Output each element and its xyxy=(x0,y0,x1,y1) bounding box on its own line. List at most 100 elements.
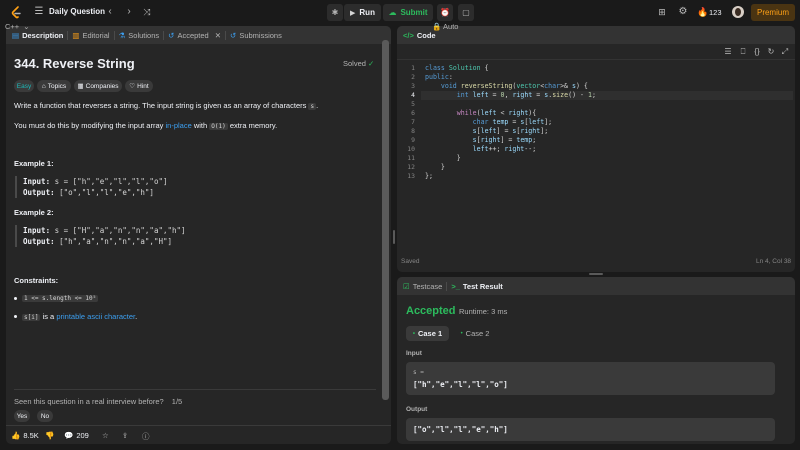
next-problem-icon[interactable]: › xyxy=(124,6,134,18)
code-line: s[left] = s[right]; xyxy=(472,127,549,135)
hint-button[interactable]: ♡ Hint xyxy=(125,80,153,92)
braces-icon[interactable]: {} xyxy=(752,46,762,58)
result-panel-tabs: ☑ Testcase >_ Test Result xyxy=(397,277,795,295)
code-brackets-icon: </> xyxy=(403,30,414,40)
output-value: ["o","l","l","e","h"] xyxy=(413,425,508,434)
input-value: ["h","e","l","l","o"] xyxy=(413,380,508,389)
in-place-link[interactable]: in-place xyxy=(165,121,191,130)
favorite-button[interactable]: ☆ xyxy=(102,431,109,440)
vertical-splitter[interactable] xyxy=(393,230,395,244)
fullscreen-icon[interactable]: ⤢ xyxy=(780,46,790,58)
code-line: while(left < right){ xyxy=(456,109,537,117)
output-box: ["o","l","l","e","h"] xyxy=(406,418,775,441)
tab-case-1[interactable]: • Case 1 xyxy=(406,326,449,341)
play-icon: ▶ xyxy=(350,9,356,17)
tab-submissions[interactable]: ↺ Submissions xyxy=(226,26,286,44)
topics-button[interactable]: ⌂ Topics xyxy=(37,80,71,92)
input-label: Input xyxy=(406,350,422,357)
submit-button[interactable]: ☁ Submit xyxy=(383,4,433,21)
thumbs-up-icon: 👍 xyxy=(11,431,21,440)
code-line: public: xyxy=(425,73,453,81)
problem-paragraph-2: You must do this by modifying the input … xyxy=(14,121,278,130)
reset-icon[interactable]: ↻ xyxy=(766,46,776,58)
printable-ascii-link[interactable]: printable ascii character xyxy=(56,312,135,321)
alarm-clock-icon: ⏰ xyxy=(440,8,450,17)
thumbs-down-icon: 👎 xyxy=(45,431,55,440)
divider xyxy=(14,389,376,390)
lock-icon: 🔒 xyxy=(432,22,442,31)
run-button[interactable]: ▶ Run xyxy=(344,4,381,21)
interview-question: Seen this question in a real interview b… xyxy=(14,397,183,406)
close-tab-icon[interactable]: ✕ xyxy=(215,31,221,40)
code-line: class Solution { xyxy=(425,64,489,72)
tab-editorial[interactable]: ▥ Editorial xyxy=(68,26,113,44)
format-icon[interactable]: ☰ xyxy=(723,46,733,58)
problem-title[interactable]: 344. Reverse String xyxy=(14,56,135,71)
cursor-position: Ln 4, Col 38 xyxy=(756,258,792,265)
description-scrollbar[interactable] xyxy=(382,40,389,400)
code-editor[interactable]: 1 2 3 4 5 6 7 8 9 10 11 12 13 class Solu… xyxy=(397,62,795,252)
verdict: Accepted xyxy=(406,305,456,317)
auto-mode[interactable]: 🔒 Auto xyxy=(432,22,458,31)
code-line: } xyxy=(425,154,461,162)
history-icon: ↺ xyxy=(230,30,237,40)
streak-fire-icon[interactable]: 🔥 xyxy=(697,6,708,18)
code-line: }; xyxy=(425,172,433,180)
cloud-upload-icon: ☁ xyxy=(388,8,397,17)
layout-grid-icon[interactable]: ⊞ xyxy=(656,6,668,18)
debug-button[interactable]: ✱ xyxy=(327,4,343,21)
dislike-button[interactable]: 👎 xyxy=(45,431,54,440)
star-icon: ☆ xyxy=(102,431,109,440)
bookmark-icon[interactable]: ⎕ xyxy=(738,46,748,58)
terminal-icon: >_ xyxy=(451,281,460,291)
prev-problem-icon[interactable]: ‹ xyxy=(105,6,115,18)
top-bar: ☰ Daily Question ‹ › ⤨ ✱ ▶ Run ☁ Submit … xyxy=(0,0,800,25)
flask-icon: ⚗ xyxy=(118,30,126,40)
book-icon: ▥ xyxy=(72,30,80,40)
tab-case-2[interactable]: • Case 2 xyxy=(455,326,495,341)
tab-solutions[interactable]: ⚗ Solutions xyxy=(115,26,164,44)
tab-test-result[interactable]: >_ Test Result xyxy=(447,277,506,295)
notes-button[interactable]: ▢ xyxy=(458,4,474,21)
tab-accepted[interactable]: ↺ Accepted ✕ xyxy=(164,26,225,44)
comments-button[interactable]: 💬 209 xyxy=(64,431,89,440)
history-icon: ↺ xyxy=(168,30,175,40)
problem-paragraph-1: Write a function that reverses a string.… xyxy=(14,101,319,110)
companies-button[interactable]: ▦ Companies xyxy=(74,80,122,92)
yes-button[interactable]: Yes xyxy=(14,410,30,422)
tab-testcase[interactable]: ☑ Testcase xyxy=(397,277,446,295)
no-button[interactable]: No xyxy=(37,410,53,422)
checkbox-icon: ☑ xyxy=(403,281,410,291)
code-toolbar-divider xyxy=(397,59,795,60)
runtime: Runtime: 3 ms xyxy=(459,307,508,316)
tag-icon: ⌂ xyxy=(41,82,46,90)
difficulty-badge: Easy xyxy=(14,80,34,92)
example-2-title: Example 2: xyxy=(14,208,54,217)
leetcode-logo-icon[interactable] xyxy=(10,6,22,19)
chevron-down-icon: ⌄ xyxy=(23,22,30,31)
bug-icon: ✱ xyxy=(331,8,339,17)
horizontal-splitter[interactable] xyxy=(589,273,603,275)
premium-button[interactable]: Premium xyxy=(751,4,795,21)
example-1-block: Input: s = ["h","e","l","l","o"] Output:… xyxy=(15,176,168,198)
user-avatar[interactable] xyxy=(732,6,744,18)
submit-label: Submit xyxy=(400,8,428,17)
comment-icon: 💬 xyxy=(64,431,74,440)
timer-button[interactable]: ⏰ xyxy=(437,4,453,21)
question-circle-icon: ⓘ xyxy=(142,432,150,441)
example-2-block: Input: s = ["H","a","n","n","a","h"] Out… xyxy=(15,225,186,247)
streak-count[interactable]: 123 xyxy=(709,8,722,17)
share-icon: ⇪ xyxy=(122,431,129,440)
divider xyxy=(6,425,391,426)
pass-dot-icon: • xyxy=(460,330,463,337)
shuffle-icon[interactable]: ⤨ xyxy=(141,6,153,18)
save-status: Saved xyxy=(401,258,420,265)
like-button[interactable]: 👍 8.5K xyxy=(11,431,39,440)
settings-gear-icon[interactable]: ⚙ xyxy=(677,6,689,18)
lightbulb-icon: ♡ xyxy=(129,83,136,90)
problem-list-icon[interactable]: ☰ xyxy=(33,6,45,18)
help-button[interactable]: ⓘ xyxy=(142,431,150,442)
problem-list-title[interactable]: Daily Question xyxy=(49,7,105,16)
language-select[interactable]: C++ ⌄ xyxy=(5,22,30,31)
share-button[interactable]: ⇪ xyxy=(122,431,128,440)
